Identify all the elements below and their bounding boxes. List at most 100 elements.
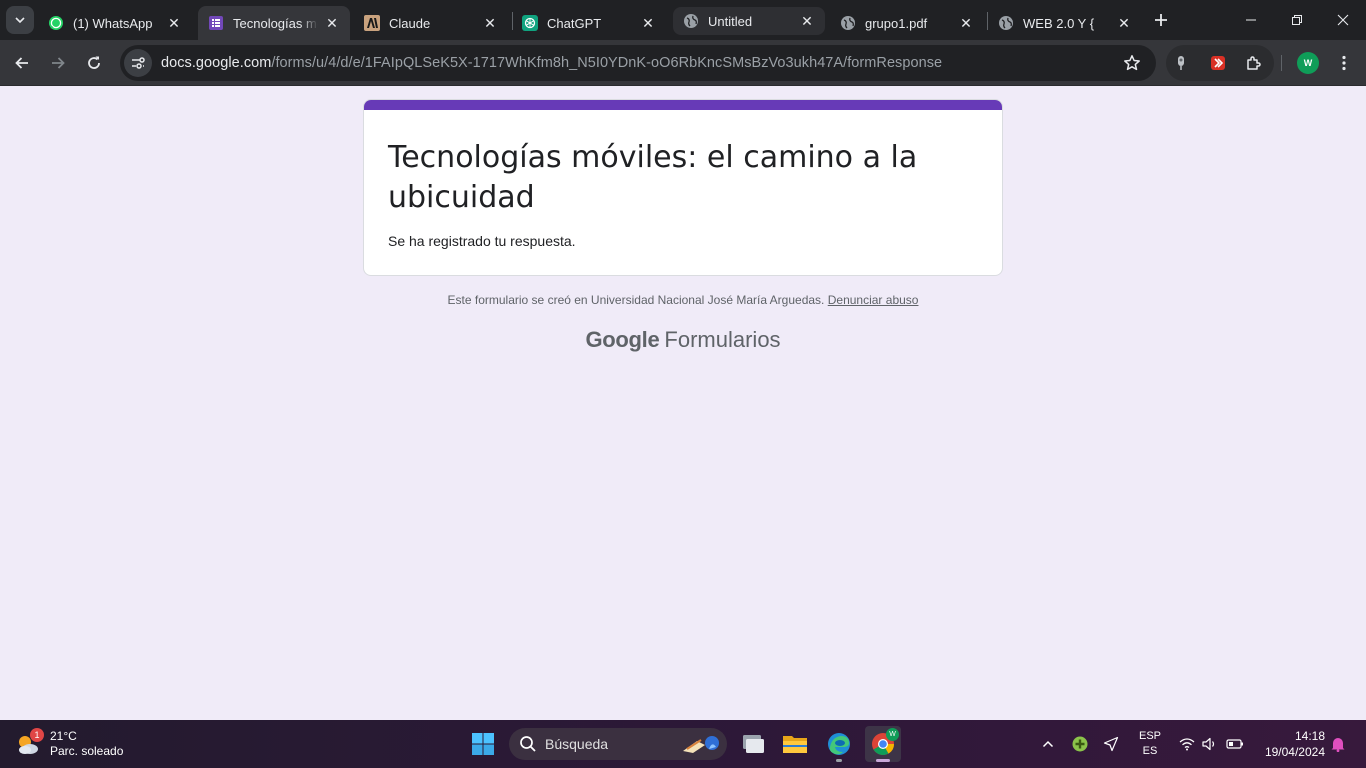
back-button[interactable] xyxy=(8,49,36,77)
show-hidden-icons-button[interactable] xyxy=(1037,726,1059,762)
form-accent-bar xyxy=(364,100,1002,110)
form-footer-note: Este formulario se creó en Universidad N… xyxy=(0,293,1366,307)
battery-status[interactable] xyxy=(1224,726,1246,762)
google-forms-logo[interactable]: Google Formularios xyxy=(0,327,1366,353)
folder-icon xyxy=(783,736,807,753)
tab-title: Untitled xyxy=(708,13,753,29)
start-button[interactable] xyxy=(465,726,501,762)
windows-taskbar: 1 21°C Parc. soleado Búsqueda W ESP ES 1… xyxy=(0,720,1366,768)
star-icon xyxy=(1124,55,1140,71)
browser-toolbar: docs.google.com/forms/u/4/d/e/1FAIpQLSeK… xyxy=(0,40,1366,86)
profile-avatar[interactable]: W xyxy=(1297,52,1319,74)
whatsapp-icon xyxy=(48,15,64,31)
tab-web-2-0[interactable]: WEB 2.0 Y { ✕ xyxy=(988,6,1142,40)
task-view-button[interactable] xyxy=(734,726,770,762)
bell-icon xyxy=(1331,738,1345,752)
site-settings-button[interactable] xyxy=(124,49,152,77)
footer-text: Este formulario se creó en Universidad N… xyxy=(447,293,825,307)
close-icon[interactable]: ✕ xyxy=(640,15,656,31)
url-text[interactable]: docs.google.com/forms/u/4/d/e/1FAIpQLSeK… xyxy=(161,55,942,71)
browser-menu-button[interactable] xyxy=(1336,49,1352,77)
chrome-profile-badge: W xyxy=(886,728,899,741)
extension-button[interactable] xyxy=(1205,49,1231,77)
puzzle-icon xyxy=(1247,56,1261,70)
red-extension-icon xyxy=(1211,56,1225,70)
tray-location-button[interactable] xyxy=(1099,726,1123,762)
restore-button[interactable] xyxy=(1274,0,1320,40)
clock-time: 14:18 xyxy=(1294,729,1325,743)
language-indicator[interactable]: ESP ES xyxy=(1133,729,1167,759)
new-tab-button[interactable] xyxy=(1150,9,1172,31)
tab-title: grupo1.pdf xyxy=(865,15,928,31)
forward-button[interactable] xyxy=(44,49,72,77)
tab-claude[interactable]: Claude ✕ xyxy=(354,6,508,40)
close-icon[interactable]: ✕ xyxy=(166,15,182,31)
weather-partly-sunny-icon: 1 xyxy=(14,728,44,758)
forms-wordmark: Formularios xyxy=(664,327,781,352)
toolbar-divider xyxy=(1281,55,1282,71)
form-response-card: Tecnologías móviles: el camino a la ubic… xyxy=(363,99,1003,276)
edge-button[interactable] xyxy=(821,726,857,762)
weather-widget[interactable]: 1 21°C Parc. soleado xyxy=(14,726,123,762)
green-plus-icon xyxy=(1072,736,1088,752)
anthropic-icon xyxy=(364,15,380,31)
minimize-icon xyxy=(1246,19,1256,21)
tray-app-button[interactable] xyxy=(1068,726,1092,762)
tab-whatsapp[interactable]: (1) WhatsApp ✕ xyxy=(38,6,192,40)
close-icon[interactable]: ✕ xyxy=(482,15,498,31)
notifications-button[interactable] xyxy=(1328,726,1348,762)
taskbar-search[interactable]: Búsqueda xyxy=(509,728,727,760)
reload-button[interactable] xyxy=(80,49,108,77)
restore-icon xyxy=(1292,15,1302,25)
confirmation-message: Se ha registrado tu respuesta. xyxy=(388,233,576,249)
reload-icon xyxy=(88,56,100,69)
tab-untitled[interactable]: Untitled ✕ xyxy=(673,7,825,35)
tab-google-forms[interactable]: Tecnologías móv ✕ xyxy=(198,6,350,40)
file-explorer-button[interactable] xyxy=(777,726,813,762)
tab-grupo1-pdf[interactable]: grupo1.pdf ✕ xyxy=(830,6,984,40)
wifi-status[interactable] xyxy=(1176,726,1198,762)
chrome-button[interactable]: W xyxy=(865,726,901,762)
close-icon[interactable]: ✕ xyxy=(1116,15,1132,31)
tab-chatgpt[interactable]: ChatGPT ✕ xyxy=(512,6,666,40)
close-icon[interactable]: ✕ xyxy=(958,15,974,31)
extension-button[interactable] xyxy=(1168,49,1194,77)
extensions-menu-button[interactable] xyxy=(1241,49,1267,77)
weather-description: Parc. soleado xyxy=(50,744,124,758)
close-window-button[interactable] xyxy=(1320,0,1366,40)
tab-title: Tecnologías móv xyxy=(233,15,318,31)
globe-icon xyxy=(998,15,1014,31)
tab-strip: (1) WhatsApp ✕ Tecnologías móv ✕ Claude … xyxy=(0,0,1366,40)
tab-title: WEB 2.0 Y { xyxy=(1023,15,1095,31)
close-icon[interactable]: ✕ xyxy=(324,15,340,31)
search-icon xyxy=(520,736,536,752)
google-wordmark: Google xyxy=(585,327,660,352)
url-host: docs.google.com xyxy=(161,55,272,71)
keyboard-layout: ES xyxy=(1142,745,1158,757)
report-abuse-link[interactable]: Denunciar abuso xyxy=(828,293,919,307)
system-clock[interactable]: 14:18 19/04/2024 xyxy=(1255,728,1325,760)
minimize-button[interactable] xyxy=(1228,0,1274,40)
battery-icon xyxy=(1226,739,1243,749)
chevron-down-icon xyxy=(15,17,25,24)
google-forms-icon xyxy=(208,15,224,31)
speaker-icon xyxy=(1202,737,1215,751)
send-arrow-icon xyxy=(1103,736,1119,752)
windows-logo-icon xyxy=(472,733,494,755)
search-placeholder: Búsqueda xyxy=(545,736,609,752)
bookmark-star-button[interactable] xyxy=(1122,53,1142,73)
plus-icon xyxy=(1155,14,1167,26)
chevron-up-icon xyxy=(1042,740,1054,748)
volume-status[interactable] xyxy=(1199,726,1221,762)
close-icon xyxy=(1337,14,1349,26)
tab-title: (1) WhatsApp xyxy=(73,15,153,31)
tab-search-button[interactable] xyxy=(6,6,34,34)
address-bar[interactable]: docs.google.com/forms/u/4/d/e/1FAIpQLSeK… xyxy=(120,45,1156,81)
chatgpt-icon xyxy=(522,15,538,31)
tab-title: Claude xyxy=(389,15,431,31)
close-icon[interactable]: ✕ xyxy=(799,13,815,29)
tab-title: ChatGPT xyxy=(547,15,602,31)
edge-browser-icon xyxy=(828,733,850,755)
task-view-icon xyxy=(743,735,764,753)
weather-temperature: 21°C xyxy=(50,729,77,743)
